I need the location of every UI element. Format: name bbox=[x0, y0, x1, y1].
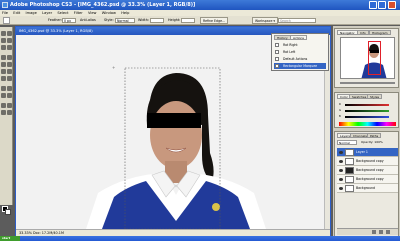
action-row-selected[interactable]: Rectangular Marquee bbox=[274, 63, 326, 69]
red-gradient bbox=[345, 104, 389, 106]
checkbox-icon[interactable] bbox=[275, 43, 279, 47]
hand-tool-icon[interactable] bbox=[1, 110, 6, 115]
layer-thumbnail bbox=[345, 167, 354, 174]
dodge-tool-icon[interactable] bbox=[7, 76, 12, 81]
style-select[interactable]: Normal bbox=[115, 18, 135, 23]
height-label: Height: bbox=[168, 18, 181, 22]
layer-row[interactable]: Background copy bbox=[337, 166, 398, 175]
marquee-tool-preset-icon[interactable] bbox=[3, 17, 10, 24]
feather-input[interactable]: 0 px bbox=[62, 18, 76, 23]
new-layer-icon[interactable] bbox=[372, 230, 376, 234]
layer-row[interactable]: Background bbox=[337, 184, 398, 193]
navigator-view-box[interactable] bbox=[368, 41, 381, 75]
pen-tool-icon[interactable] bbox=[1, 86, 6, 91]
actions-panel: History Actions Rot Right Rot Left Defau… bbox=[271, 33, 329, 71]
green-gradient bbox=[345, 110, 389, 112]
navigator-thumbnail[interactable] bbox=[340, 37, 395, 79]
tab-actions[interactable]: Actions bbox=[290, 35, 307, 40]
title-bar: Adobe Photoshop CS3 - [IMG_4362.psd @ 33… bbox=[0, 0, 400, 10]
gradient-tool-icon[interactable] bbox=[7, 69, 12, 74]
svg-text:+: + bbox=[112, 65, 115, 70]
clone-stamp-tool-icon[interactable] bbox=[1, 62, 6, 67]
history-brush-tool-icon[interactable] bbox=[7, 62, 12, 67]
type-tool-icon[interactable] bbox=[7, 86, 12, 91]
start-button[interactable]: start bbox=[0, 236, 20, 241]
shape-tool-icon[interactable] bbox=[7, 93, 12, 98]
blue-slider[interactable]: B bbox=[339, 115, 396, 118]
eyedropper-tool-icon[interactable] bbox=[7, 103, 12, 108]
layer-thumbnail bbox=[345, 185, 354, 192]
notes-tool-icon[interactable] bbox=[1, 103, 6, 108]
layer-thumbnail bbox=[345, 176, 354, 183]
slice-tool-icon[interactable] bbox=[7, 45, 12, 50]
path-selection-tool-icon[interactable] bbox=[1, 93, 6, 98]
layer-thumbnail bbox=[345, 158, 354, 165]
antialias-checkbox[interactable]: Anti-alias bbox=[80, 17, 96, 24]
style-label: Style: bbox=[104, 18, 114, 22]
magic-wand-tool-icon[interactable] bbox=[7, 38, 12, 43]
color-panel: Color Swatches Styles R G B bbox=[334, 92, 399, 128]
color-spectrum-bar[interactable] bbox=[339, 122, 396, 126]
navigator-zoom-slider[interactable] bbox=[340, 82, 395, 84]
layer-row[interactable]: Background copy bbox=[337, 157, 398, 166]
zoom-tool-icon[interactable] bbox=[7, 110, 12, 115]
crop-tool-icon[interactable] bbox=[1, 45, 6, 50]
maximize-button[interactable] bbox=[378, 1, 386, 9]
workspace-button[interactable]: Workspace ▾ bbox=[252, 17, 279, 24]
right-panel-dock: Navigator Info Histogram Color Swatches … bbox=[333, 26, 400, 239]
tab-paths[interactable]: Paths bbox=[367, 133, 382, 138]
tab-histogram[interactable]: Histogram bbox=[369, 30, 391, 35]
eye-icon[interactable] bbox=[339, 187, 343, 190]
action-row[interactable]: Rot Right bbox=[274, 42, 326, 48]
layers-panel: Layers Channels Paths Normal Opacity: 10… bbox=[334, 131, 399, 237]
height-input[interactable] bbox=[181, 18, 195, 23]
navigator-panel: Navigator Info Histogram bbox=[334, 28, 399, 88]
marquee-tool-icon[interactable] bbox=[7, 31, 12, 36]
layer-row[interactable]: Background copy bbox=[337, 175, 398, 184]
opacity-field[interactable]: Opacity: 100% bbox=[361, 140, 383, 145]
refine-edge-button[interactable]: Refine Edge... bbox=[200, 17, 229, 24]
eye-icon[interactable] bbox=[339, 151, 343, 154]
background-color-swatch[interactable] bbox=[5, 209, 11, 215]
trash-icon[interactable] bbox=[386, 230, 390, 234]
tab-styles[interactable]: Styles bbox=[367, 94, 383, 99]
action-row[interactable]: Default Actions bbox=[274, 56, 326, 62]
tab-history[interactable]: History bbox=[274, 35, 291, 40]
close-button[interactable] bbox=[388, 1, 396, 9]
red-slider[interactable]: R bbox=[339, 103, 396, 106]
eye-icon[interactable] bbox=[339, 160, 343, 163]
window-title: Adobe Photoshop CS3 - [IMG_4362.psd @ 33… bbox=[10, 2, 196, 8]
eye-icon[interactable] bbox=[339, 178, 343, 181]
options-bar: Feather: 0 px Anti-alias Style: Normal W… bbox=[0, 16, 400, 25]
blur-tool-icon[interactable] bbox=[1, 76, 6, 81]
new-group-icon[interactable] bbox=[379, 230, 383, 234]
layers-footer-toolbar bbox=[337, 228, 398, 235]
width-label: Width: bbox=[138, 18, 149, 22]
layer-thumbnail bbox=[345, 149, 354, 156]
taskbar: start bbox=[0, 236, 400, 241]
brush-tool-icon[interactable] bbox=[7, 55, 12, 60]
search-input[interactable]: Search bbox=[278, 18, 316, 23]
eraser-tool-icon[interactable] bbox=[1, 69, 6, 74]
tab-info[interactable]: Info bbox=[357, 30, 369, 35]
checkbox-icon[interactable] bbox=[275, 64, 279, 68]
blue-gradient bbox=[345, 116, 389, 118]
action-row[interactable]: Rot Left bbox=[274, 49, 326, 55]
green-slider[interactable]: G bbox=[339, 109, 396, 112]
minimize-button[interactable] bbox=[369, 1, 377, 9]
width-input[interactable] bbox=[150, 18, 164, 23]
move-tool-icon[interactable] bbox=[1, 31, 6, 36]
document-status-bar: 33.33% Doc: 17.2M/40.1M bbox=[16, 229, 330, 236]
layer-row[interactable]: Layer 1 bbox=[337, 148, 398, 157]
lasso-tool-icon[interactable] bbox=[1, 38, 6, 43]
photoshop-app-icon bbox=[2, 2, 8, 8]
tools-palette bbox=[0, 27, 13, 215]
checkbox-icon[interactable] bbox=[275, 50, 279, 54]
blend-mode-select[interactable]: Normal bbox=[337, 140, 357, 145]
checkbox-icon[interactable] bbox=[275, 57, 279, 61]
eye-icon[interactable] bbox=[339, 169, 343, 172]
tab-navigator[interactable]: Navigator bbox=[337, 30, 358, 35]
feather-label: Feather: bbox=[48, 18, 62, 22]
healing-brush-tool-icon[interactable] bbox=[1, 55, 6, 60]
